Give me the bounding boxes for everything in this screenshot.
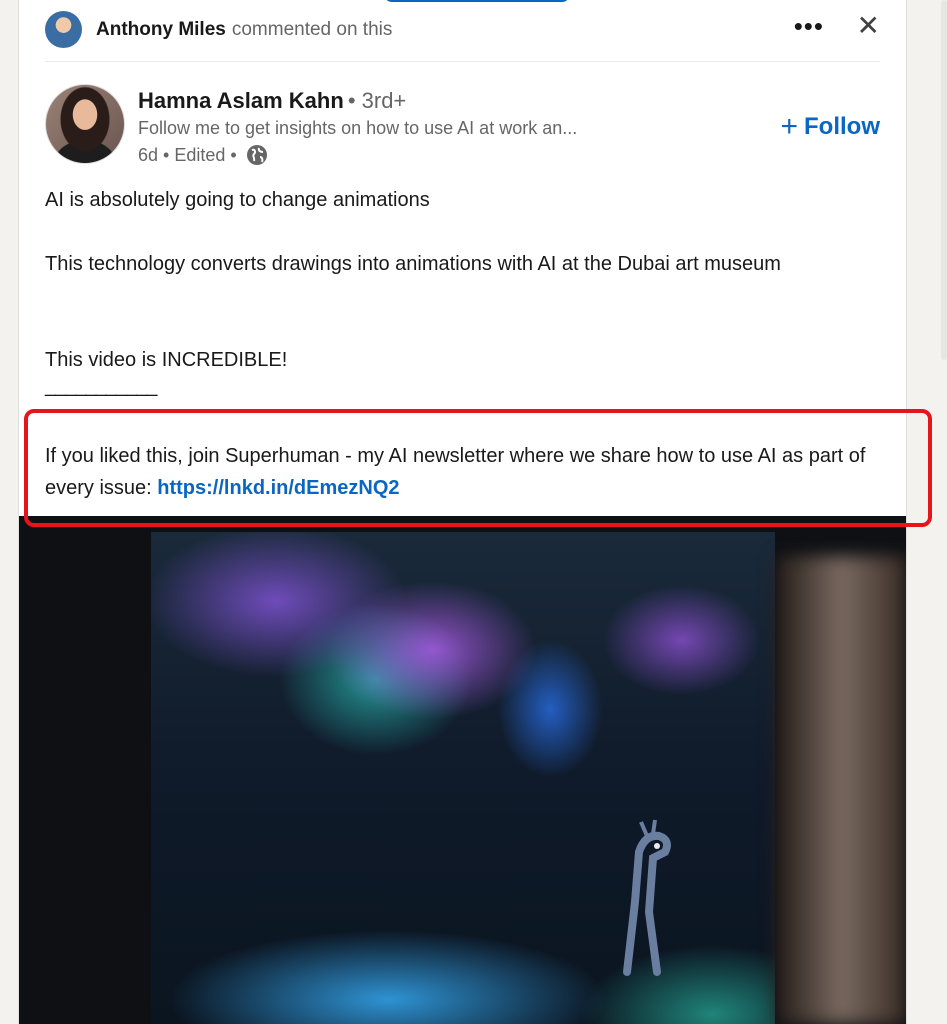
post-video[interactable] — [19, 516, 906, 1024]
animated-deer — [623, 819, 671, 976]
more-horizontal-icon[interactable]: ••• — [794, 13, 824, 39]
follow-label: Follow — [804, 113, 880, 140]
new-posts-pill[interactable] — [384, 0, 570, 2]
follow-button[interactable]: + Follow — [780, 110, 880, 144]
post-separator: ___________ — [45, 375, 157, 397]
highlight-box — [24, 409, 932, 527]
post-meta: 6d • Edited • — [138, 144, 268, 166]
actor-avatar[interactable] — [45, 11, 82, 48]
close-icon[interactable]: ✕ — [857, 12, 880, 40]
actor-name[interactable]: Anthony Miles — [96, 19, 226, 40]
author-headline: Follow me to get insights on how to use … — [138, 118, 578, 138]
activity-text: Anthony Miles commented on this — [96, 19, 392, 41]
video-frame — [151, 532, 775, 1024]
plus-icon: + — [780, 110, 799, 143]
activity-header: Anthony Miles commented on this ••• ✕ — [45, 10, 882, 48]
author-avatar[interactable] — [45, 84, 125, 164]
scroll-edge — [941, 0, 947, 360]
author-name[interactable]: Hamna Aslam Kahn — [138, 88, 344, 113]
post-text-line: AI is absolutely going to change animati… — [45, 189, 430, 211]
activity-action: commented on this — [231, 19, 393, 40]
post-time: 6d • Edited • — [138, 145, 237, 165]
video-blur-edge — [776, 556, 906, 1024]
connection-degree: • 3rd+ — [347, 88, 407, 113]
author-line: Hamna Aslam Kahn • 3rd+ — [138, 88, 406, 114]
header-divider — [45, 61, 880, 62]
globe-icon — [246, 145, 267, 165]
post-text-line: This technology converts drawings into a… — [45, 253, 781, 275]
